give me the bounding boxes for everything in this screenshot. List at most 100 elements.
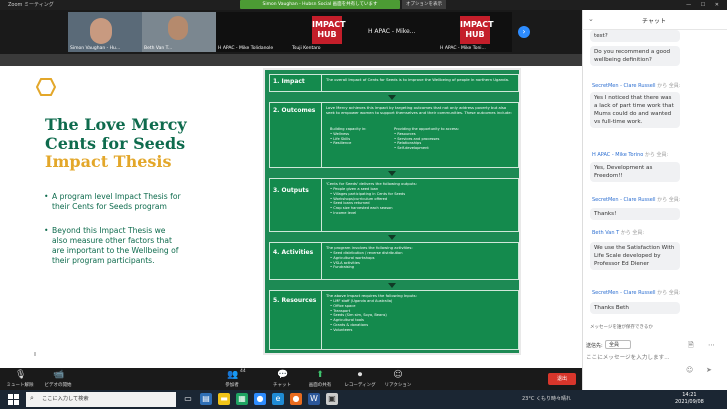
video-tile[interactable]: IMPACT HUB H APAC - Mike Toni... (438, 12, 512, 52)
thesis-row-resources: 5. Resources The above Impact requires t… (269, 290, 519, 350)
participant-count: 44 (240, 369, 246, 374)
chat-sender: H APAC - Mike Torino から 全員: (592, 152, 669, 158)
window-controls[interactable]: — ☐ ✕ (686, 0, 723, 10)
participant-name: H APAC - Mike Tolidanole (218, 46, 274, 51)
share-banner[interactable]: Simon Vaughan - Hubsn Social 画面を共有しています (240, 0, 400, 9)
chat-message: Thanks! (590, 208, 680, 220)
down-arrow-icon (388, 235, 396, 240)
word-icon[interactable]: W (308, 393, 320, 405)
start-video-button[interactable]: 📹 ビデオの開始 (40, 370, 76, 388)
chat-message: test? (590, 30, 680, 42)
slide-bullet: Beyond this Impact Thesis we also measur… (44, 226, 182, 266)
hexagon-icon (36, 78, 56, 96)
row-text: 'Cents for Seeds' delivers the following… (326, 181, 417, 186)
impact-thesis-table: 1. Impact The overall Impact of Cents fo… (263, 68, 521, 355)
participant-name: Simon Vaughan - Hu... (70, 46, 121, 51)
impact-hub-logo: IMPACT HUB (312, 16, 346, 44)
resource-list: • LMF staff (Uganda and Australia) • Off… (330, 299, 393, 332)
slide-bullet: A program level Impact Thesis for their … (44, 192, 182, 212)
mute-button[interactable]: 🎙 ミュート解除 (2, 370, 38, 388)
leave-button[interactable]: 退出 (548, 373, 576, 385)
send-icon[interactable]: ➤ (706, 366, 712, 374)
thesis-row-outcomes: 2. Outcomes Love Mercy achieves this imp… (269, 102, 519, 168)
emoji-icon[interactable]: ☺ (686, 366, 693, 374)
file-icon[interactable]: 🗎 (688, 341, 694, 352)
edge-icon[interactable]: e (272, 393, 284, 405)
outcome-list-right: Providing the opportunity to access: • R… (394, 127, 459, 151)
participants-icon: 👥 (227, 370, 239, 380)
thesis-row-impact: 1. Impact The overall Impact of Cents fo… (269, 74, 519, 92)
row-label: 4. Activities (273, 249, 314, 256)
share-screen-button[interactable]: ⬆ 画面の共有 (302, 370, 338, 388)
shared-screen-toolbar (0, 54, 582, 66)
video-tile[interactable]: Beth Van T... (142, 12, 216, 52)
impact-hub-logo: IMPACT HUB (460, 16, 494, 44)
chat-input[interactable] (586, 352, 716, 364)
row-text: The overall Impact of Cents for Seeds is… (326, 77, 510, 82)
slide-pager[interactable]: Ⅱ (34, 352, 36, 358)
next-page-button[interactable]: › (518, 26, 530, 38)
record-button[interactable]: ⏺ レコーディング (342, 370, 378, 388)
participant-name: Tsuji Kentaro (292, 46, 321, 51)
chat-message: Do you recommend a good wellbeing defini… (590, 46, 680, 66)
down-arrow-icon (388, 283, 396, 288)
down-arrow-icon (388, 95, 396, 100)
sheets-icon[interactable]: ▦ (236, 393, 248, 405)
participant-face (90, 18, 112, 44)
row-label: 5. Resources (273, 297, 317, 304)
recipient-label: 送信先: (586, 343, 603, 349)
camera-icon: 📹 (53, 370, 65, 380)
video-tile[interactable]: Simon Vaughan - Hu... (68, 12, 142, 52)
chat-button[interactable]: 💬 チャット (264, 370, 300, 388)
windows-start-icon[interactable] (8, 394, 19, 405)
row-label: 3. Outputs (273, 187, 309, 194)
row-text: The above Impact requires the following … (326, 293, 417, 298)
row-label: 2. Outcomes (273, 107, 316, 114)
chat-save-notice[interactable]: メッセージを誰が保存できるか (590, 324, 653, 330)
thesis-row-activities: 4. Activities The program involves the f… (269, 242, 519, 280)
chat-sender: SecretMen - Clare Russell から 全員: (592, 290, 681, 296)
more-icon[interactable]: ⋯ (708, 341, 715, 349)
row-label: 1. Impact (273, 78, 305, 85)
zoom-icon[interactable]: ● (254, 393, 266, 405)
chat-title: チャット (642, 18, 666, 25)
video-tile[interactable]: H APAC - Mike Tolidanole (216, 12, 290, 52)
video-tile[interactable]: H APAC - Mike... (364, 12, 438, 52)
chat-header: ⌄ チャット (582, 10, 727, 30)
view-options-button[interactable]: オプションを表示 (402, 0, 446, 9)
slide-title: The Love Mercy Cents for Seeds (45, 115, 187, 153)
down-arrow-icon (388, 171, 396, 176)
app-title: Zoom ミーティング (8, 2, 54, 8)
folder-icon[interactable]: ▬ (218, 393, 230, 405)
taskbar-search[interactable]: ここに入力して検索 (26, 392, 176, 407)
smile-icon: ☺ (393, 370, 403, 380)
participant-face (168, 16, 188, 40)
row-text: The program involves the following activ… (326, 245, 413, 250)
reactions-button[interactable]: ☺ リアクション (380, 370, 416, 388)
record-icon: ⏺ (357, 370, 363, 380)
task-view-icon[interactable]: ▭ (182, 393, 194, 405)
chat-message: Yes I noticed that there was a lack of p… (590, 92, 680, 128)
chat-icon: 💬 (277, 370, 289, 380)
store-icon[interactable]: ▤ (200, 393, 212, 405)
app-icon[interactable]: ▣ (326, 393, 338, 405)
search-icon: ⌕ (30, 394, 34, 402)
slide-subtitle: Impact Thesis (45, 152, 172, 171)
participant-name: H APAC - Mike Toni... (440, 46, 486, 51)
recipient-select[interactable]: 全員 (605, 340, 631, 349)
chevron-down-icon[interactable]: ⌄ (588, 15, 594, 23)
participant-name: H APAC - Mike... (368, 28, 416, 35)
share-icon: ⬆ (316, 370, 324, 380)
chat-sender: Beth Van T から 全員: (592, 230, 645, 236)
microphone-icon: 🎙 (15, 370, 27, 380)
activity-list: • Seed distribution / reverse distributi… (330, 251, 403, 270)
outcome-list-left: Building capacity in: • Wellness • Life … (330, 127, 367, 146)
chat-message: We use the Satisfaction With Life Scale … (590, 242, 680, 270)
clock[interactable]: 14:21 2021/09/08 (675, 392, 704, 406)
chat-message: Thanks Beth (590, 302, 680, 314)
video-tile[interactable]: IMPACT HUB Tsuji Kentaro (290, 12, 364, 52)
weather-tray[interactable]: 23°C くもり時々晴れ (522, 395, 571, 402)
chat-message: Yes, Development as Freedom!! (590, 162, 680, 182)
firefox-icon[interactable]: ● (290, 393, 302, 405)
chat-sender: SecretMen - Clare Russell から 全員: (592, 83, 681, 89)
